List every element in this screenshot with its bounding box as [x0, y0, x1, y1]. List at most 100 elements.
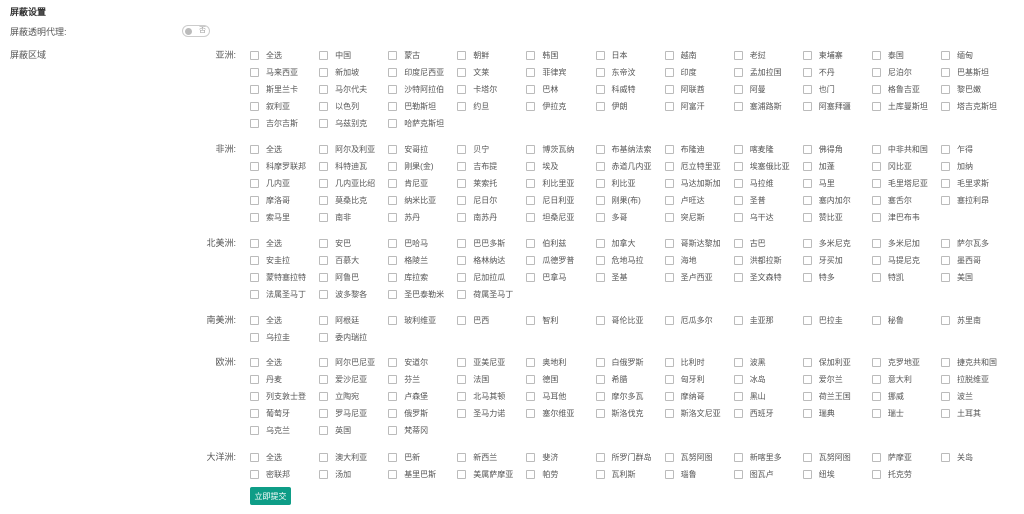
checkbox-box[interactable] — [388, 391, 398, 401]
country-checkbox[interactable]: 吉布提 — [457, 159, 497, 173]
checkbox-box[interactable] — [871, 144, 881, 154]
country-checkbox[interactable]: 黎巴嫩 — [941, 82, 981, 96]
checkbox-box[interactable] — [526, 212, 536, 222]
checkbox-box[interactable] — [941, 178, 950, 188]
checkbox-box[interactable] — [388, 178, 398, 188]
checkbox-box[interactable] — [388, 425, 398, 435]
checkbox-box[interactable] — [457, 161, 467, 171]
country-checkbox[interactable]: 英国 — [319, 423, 351, 437]
checkbox-box[interactable] — [871, 238, 881, 248]
checkbox-box[interactable] — [664, 84, 674, 94]
country-checkbox[interactable]: 坦桑尼亚 — [526, 210, 574, 224]
country-checkbox[interactable]: 图瓦卢 — [733, 467, 774, 481]
country-checkbox[interactable]: 希腊 — [595, 372, 628, 386]
country-checkbox[interactable]: 加纳 — [941, 159, 973, 173]
checkbox-box[interactable] — [595, 161, 605, 171]
checkbox-box[interactable] — [250, 425, 259, 435]
country-checkbox[interactable]: 孟加拉国 — [733, 65, 782, 79]
country-checkbox[interactable]: 不丹 — [802, 65, 835, 79]
country-checkbox[interactable]: 圣马力诺 — [457, 406, 505, 420]
country-checkbox[interactable]: 南非 — [319, 210, 351, 224]
country-checkbox[interactable]: 罗马尼亚 — [319, 406, 367, 420]
checkbox-box[interactable] — [250, 212, 259, 222]
country-checkbox[interactable]: 牙买加 — [802, 253, 843, 267]
checkbox-box[interactable] — [802, 469, 812, 479]
checkbox-box[interactable] — [526, 357, 536, 367]
country-checkbox[interactable]: 卢旺达 — [664, 193, 705, 207]
country-checkbox[interactable]: 塞浦路斯 — [733, 99, 782, 113]
checkbox-box[interactable] — [595, 374, 605, 384]
checkbox-box[interactable] — [733, 408, 743, 418]
country-checkbox[interactable]: 卡塔尔 — [457, 82, 497, 96]
country-checkbox[interactable]: 印度 — [664, 65, 697, 79]
checkbox-box[interactable] — [802, 374, 812, 384]
checkbox-box[interactable] — [802, 84, 812, 94]
checkbox-box[interactable] — [250, 101, 259, 111]
checkbox-box[interactable] — [250, 144, 259, 154]
checkbox-box[interactable] — [802, 255, 812, 265]
checkbox-box[interactable] — [871, 50, 881, 60]
country-checkbox[interactable]: 赞比亚 — [802, 210, 843, 224]
checkbox-box[interactable] — [388, 289, 398, 299]
country-checkbox[interactable]: 土耳其 — [941, 406, 981, 420]
country-checkbox[interactable]: 厄瓜多尔 — [664, 313, 713, 327]
country-checkbox[interactable]: 毛里求斯 — [941, 176, 989, 190]
checkbox-box[interactable] — [388, 452, 398, 462]
country-checkbox[interactable]: 斯洛伐克 — [595, 406, 644, 420]
checkbox-box[interactable] — [250, 195, 259, 205]
country-checkbox[interactable]: 墨西哥 — [941, 253, 981, 267]
country-checkbox[interactable]: 波黑 — [733, 355, 766, 369]
checkbox-box[interactable] — [526, 391, 536, 401]
country-checkbox[interactable]: 以色列 — [319, 99, 359, 113]
checkbox-box[interactable] — [664, 469, 674, 479]
country-checkbox[interactable]: 圣普 — [733, 193, 766, 207]
checkbox-box[interactable] — [457, 315, 467, 325]
country-checkbox[interactable]: 多哥 — [595, 210, 628, 224]
country-checkbox[interactable]: 叙利亚 — [250, 99, 290, 113]
checkbox-box[interactable] — [388, 469, 398, 479]
checkbox-box[interactable] — [526, 469, 536, 479]
checkbox-box[interactable] — [664, 452, 674, 462]
checkbox-box[interactable] — [871, 84, 881, 94]
country-checkbox[interactable]: 科特迪瓦 — [319, 159, 367, 173]
checkbox-box[interactable] — [802, 144, 812, 154]
checkbox-box[interactable] — [319, 118, 329, 128]
country-checkbox[interactable]: 巴新 — [388, 450, 420, 464]
checkbox-box[interactable] — [526, 315, 536, 325]
checkbox-box[interactable] — [319, 144, 329, 154]
checkbox-box[interactable] — [457, 84, 467, 94]
country-checkbox[interactable]: 苏丹 — [388, 210, 420, 224]
checkbox-box[interactable] — [595, 50, 605, 60]
country-checkbox[interactable]: 缅甸 — [941, 48, 973, 62]
checkbox-box[interactable] — [871, 391, 881, 401]
country-checkbox[interactable]: 巴林 — [526, 82, 558, 96]
country-checkbox[interactable]: 澳大利亚 — [319, 450, 367, 464]
country-checkbox[interactable]: 法属圣马丁 — [250, 287, 306, 301]
checkbox-box[interactable] — [664, 391, 674, 401]
country-checkbox[interactable]: 加蓬 — [802, 159, 835, 173]
checkbox-box[interactable] — [733, 469, 743, 479]
checkbox-box[interactable] — [941, 315, 950, 325]
checkbox-box[interactable] — [250, 315, 259, 325]
checkbox-box[interactable] — [388, 67, 398, 77]
country-checkbox[interactable]: 丹麦 — [250, 372, 282, 386]
checkbox-box[interactable] — [595, 469, 605, 479]
checkbox-box[interactable] — [250, 272, 259, 282]
checkbox-box[interactable] — [457, 255, 467, 265]
checkbox-box[interactable] — [526, 255, 536, 265]
checkbox-box[interactable] — [733, 195, 743, 205]
country-checkbox[interactable]: 刚果(布) — [595, 193, 641, 207]
checkbox-box[interactable] — [595, 315, 605, 325]
checkbox-box[interactable] — [664, 408, 674, 418]
country-checkbox[interactable]: 日本 — [595, 48, 628, 62]
country-checkbox[interactable]: 阿塞拜疆 — [802, 99, 851, 113]
select-all-checkbox[interactable]: 全选 — [250, 355, 282, 369]
checkbox-box[interactable] — [595, 84, 605, 94]
checkbox-box[interactable] — [871, 161, 881, 171]
country-checkbox[interactable]: 巴基斯坦 — [941, 65, 989, 79]
country-checkbox[interactable]: 爱沙尼亚 — [319, 372, 367, 386]
country-checkbox[interactable]: 梵蒂冈 — [388, 423, 428, 437]
country-checkbox[interactable]: 瑞典 — [802, 406, 835, 420]
country-checkbox[interactable]: 乍得 — [941, 142, 973, 156]
country-checkbox[interactable]: 格鲁吉亚 — [871, 82, 920, 96]
